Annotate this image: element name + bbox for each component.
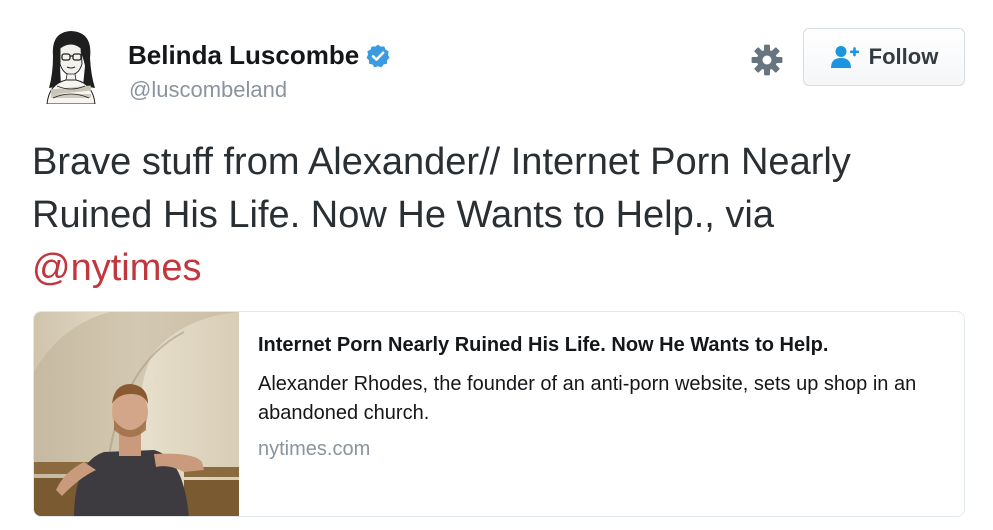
tweet-mention-link[interactable]: @nytimes	[32, 247, 202, 289]
card-title: Internet Porn Nearly Ruined His Life. No…	[258, 334, 829, 356]
card-description: Alexander Rhodes, the founder of an anti…	[258, 373, 917, 424]
card-domain: nytimes.com	[258, 438, 371, 460]
user-handle[interactable]: @luscombeland	[129, 77, 287, 103]
verified-badge-icon	[366, 44, 390, 67]
card-thumbnail-photo	[34, 312, 239, 516]
card-thumbnail	[34, 312, 239, 516]
tweet-text: Brave stuff from Alexander// Internet Po…	[32, 136, 932, 295]
display-name-text: Belinda Luscombe	[128, 40, 360, 70]
avatar-illustration	[33, 26, 109, 104]
link-preview-card[interactable]: Internet Porn Nearly Ruined His Life. No…	[33, 311, 965, 517]
avatar[interactable]	[33, 26, 109, 104]
follow-button-label: Follow	[868, 44, 939, 69]
tweet-text-body: Brave stuff from Alexander// Internet Po…	[32, 141, 851, 236]
gear-icon[interactable]	[750, 43, 784, 77]
display-name[interactable]: Belinda Luscombe	[128, 40, 391, 71]
follow-button[interactable]: Follow	[803, 28, 965, 86]
follow-user-icon	[830, 46, 859, 68]
